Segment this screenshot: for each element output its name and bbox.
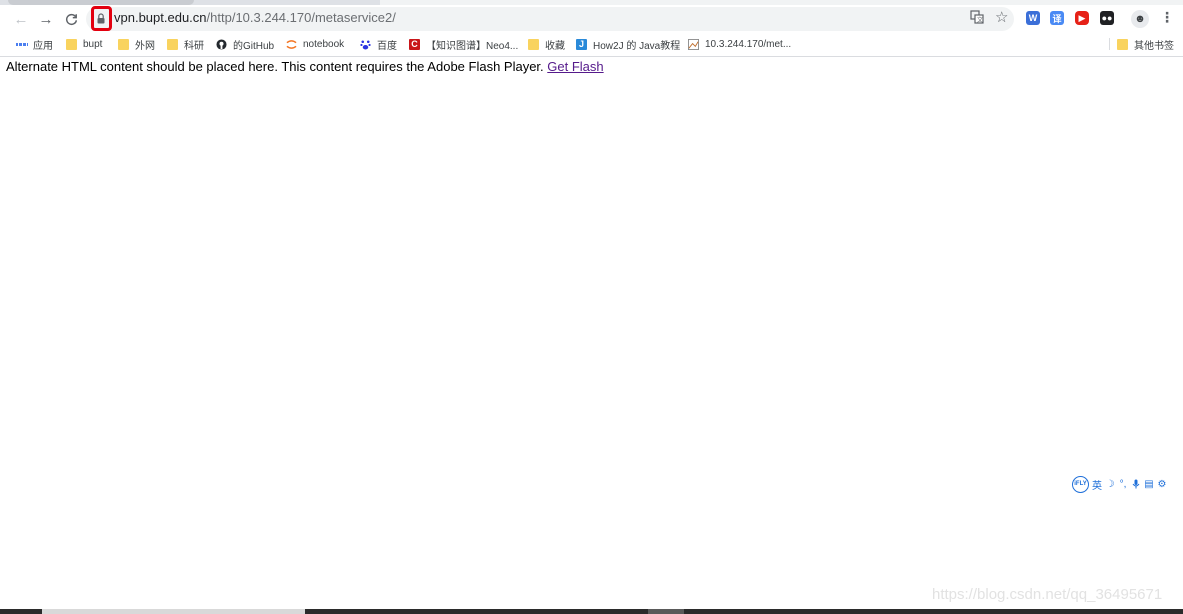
- csdn-icon: C: [409, 38, 420, 50]
- bookmark-label: 【知识图谱】Neo4...: [426, 40, 519, 52]
- bookmark-notebook[interactable]: notebook: [286, 37, 344, 51]
- ime-keyboard-icon[interactable]: ▤: [1144, 479, 1154, 490]
- bookmark-label: notebook: [303, 38, 345, 50]
- bookmark-label: 应用: [33, 40, 53, 52]
- url-path: /http/10.3.244.170/metaservice2/: [206, 10, 396, 25]
- bookmark-waiwang[interactable]: 外网: [118, 37, 155, 52]
- extension-icon-1[interactable]: W: [1026, 11, 1040, 25]
- bookmark-label: 收藏: [545, 40, 565, 52]
- bookmark-how2j[interactable]: J How2J 的 Java教程: [576, 37, 681, 52]
- bookmark-bupt[interactable]: bupt: [66, 37, 102, 51]
- menu-icon[interactable]: ⋮: [1160, 9, 1174, 26]
- bookmark-neo4j[interactable]: C 【知识图谱】Neo4...: [409, 37, 519, 52]
- bookmark-metaservice[interactable]: 10.3.244.170/met...: [688, 37, 791, 51]
- url-text[interactable]: vpn.bupt.edu.cn/http/10.3.244.170/metase…: [114, 10, 396, 25]
- extension-icon-4[interactable]: ●●: [1100, 11, 1114, 25]
- bookmark-baidu[interactable]: 百度: [360, 37, 397, 52]
- ime-mic-icon[interactable]: [1131, 479, 1141, 489]
- ime-toolbar: iFLY 英 ☽ °, ▤ ⚙: [1072, 475, 1182, 493]
- translate-extension-icon[interactable]: 译: [1050, 11, 1064, 25]
- reload-button[interactable]: [60, 8, 82, 30]
- baidu-icon: [360, 39, 371, 49]
- bookmark-label: 科研: [184, 40, 204, 52]
- how2j-icon: J: [576, 38, 587, 50]
- get-flash-link[interactable]: Get Flash: [547, 59, 603, 74]
- folder-icon: [167, 38, 178, 50]
- bookmark-label: 百度: [377, 40, 397, 52]
- bookmarks-bar: 应用 bupt 外网 科研 的GitHub notebook 百度 C 【知识图…: [0, 32, 1183, 57]
- bookmark-keyan[interactable]: 科研: [167, 37, 204, 52]
- folder-icon: [1117, 38, 1128, 50]
- bookmark-label: 其他书签: [1134, 40, 1174, 52]
- taskbar-strip: [0, 609, 1183, 614]
- taskbar-item[interactable]: [42, 609, 305, 614]
- flash-alternate-content: Alternate HTML content should be placed …: [6, 59, 604, 74]
- bookmarks-separator: [1109, 38, 1110, 50]
- apps-grid-icon: [16, 39, 27, 50]
- taskbar-item[interactable]: [648, 609, 684, 614]
- browser-toolbar: ← → vpn.bupt.edu.cn/http/10.3.244.170/me…: [0, 5, 1183, 32]
- bookmark-label: bupt: [83, 38, 103, 50]
- translate-icon[interactable]: 文: [970, 10, 984, 27]
- youtube-extension-icon[interactable]: ▶: [1075, 11, 1089, 25]
- jupyter-icon: [286, 39, 297, 49]
- bookmark-label: 的GitHub: [233, 40, 275, 52]
- page-icon: [688, 38, 699, 50]
- ime-lang-toggle[interactable]: 英: [1092, 477, 1102, 492]
- bookmark-other[interactable]: 其他书签: [1117, 37, 1174, 52]
- folder-icon: [528, 38, 539, 50]
- url-host: vpn.bupt.edu.cn: [114, 10, 207, 25]
- profile-avatar-icon[interactable]: ☻: [1131, 10, 1149, 28]
- bookmark-label: 外网: [135, 40, 155, 52]
- bookmark-star-icon[interactable]: ☆: [995, 8, 1008, 26]
- back-button[interactable]: ←: [10, 8, 32, 30]
- folder-icon: [118, 38, 129, 50]
- bookmark-github[interactable]: 的GitHub: [216, 37, 275, 52]
- csdn-watermark: https://blog.csdn.net/qq_36495671: [932, 586, 1163, 603]
- svg-text:文: 文: [977, 16, 983, 24]
- ifly-logo-icon[interactable]: iFLY: [1072, 475, 1089, 493]
- ime-punctuation-icon[interactable]: °,: [1118, 479, 1128, 490]
- reload-icon: [65, 13, 77, 25]
- github-icon: [216, 38, 227, 50]
- ime-moon-icon[interactable]: ☽: [1105, 479, 1115, 490]
- bookmark-label: How2J 的 Java教程: [593, 40, 681, 52]
- ime-settings-icon[interactable]: ⚙: [1157, 479, 1167, 490]
- folder-icon: [66, 38, 77, 50]
- bookmark-shoucang[interactable]: 收藏: [528, 37, 565, 52]
- bookmark-label: 10.3.244.170/met...: [705, 38, 792, 50]
- flash-message: Alternate HTML content should be placed …: [6, 59, 544, 74]
- lock-highlight-box: [91, 6, 112, 31]
- bookmark-apps[interactable]: 应用: [16, 37, 53, 52]
- forward-button[interactable]: →: [35, 8, 57, 30]
